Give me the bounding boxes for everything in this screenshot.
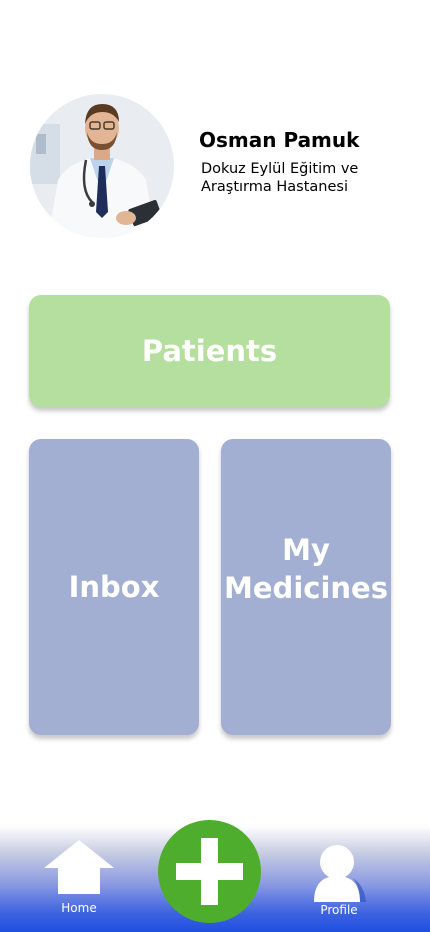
plus-icon-bar bbox=[176, 863, 243, 880]
hospital-name-line1: Dokuz Eylül Eğitim ve bbox=[201, 161, 359, 177]
nav-profile-button[interactable]: Profile bbox=[306, 844, 372, 920]
add-button[interactable] bbox=[158, 820, 261, 923]
my-medicines-label-line2: Medicines bbox=[224, 571, 388, 605]
home-icon bbox=[44, 840, 114, 894]
nav-profile-label: Profile bbox=[320, 903, 358, 917]
inbox-button[interactable]: Inbox bbox=[29, 439, 199, 735]
hospital-name-line2: Araştırma Hastanesi bbox=[201, 179, 348, 195]
nav-home-button[interactable]: Home bbox=[42, 838, 116, 918]
home-screen: Osman Pamuk Dokuz Eylül Eğitim ve Araştı… bbox=[0, 0, 430, 932]
my-medicines-label-line1: My bbox=[282, 533, 330, 567]
doctor-avatar bbox=[30, 94, 174, 238]
my-medicines-button[interactable]: My Medicines bbox=[221, 439, 391, 735]
patients-button[interactable]: Patients bbox=[29, 295, 390, 407]
hospital-name: Dokuz Eylül Eğitim ve Araştırma Hastanes… bbox=[201, 160, 401, 196]
doctor-photo bbox=[30, 94, 174, 238]
user-icon bbox=[314, 845, 366, 902]
doctor-name: Osman Pamuk bbox=[199, 128, 360, 152]
inbox-label: Inbox bbox=[68, 570, 160, 604]
nav-home-label: Home bbox=[61, 901, 97, 915]
patients-label: Patients bbox=[141, 334, 278, 368]
